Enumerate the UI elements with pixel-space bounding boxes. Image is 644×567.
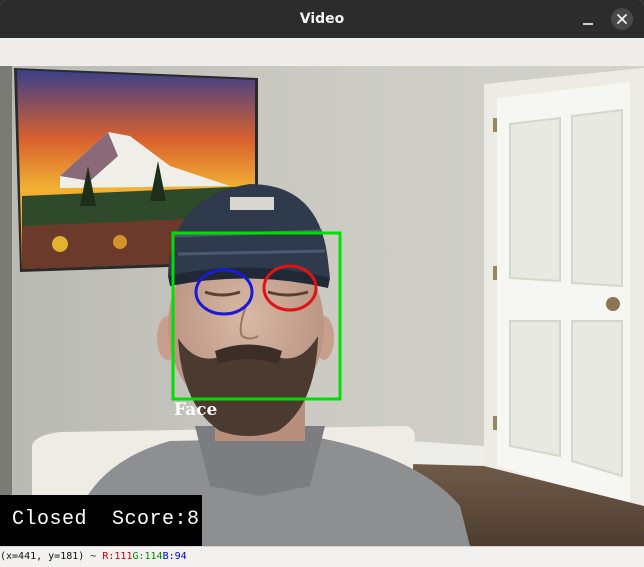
close-icon [617, 14, 627, 24]
eye-status-text: Closed Score:8 [12, 508, 200, 531]
minimize-button[interactable] [578, 9, 598, 29]
toolbar [0, 38, 644, 67]
webcam-scene [0, 66, 644, 546]
score-value: Score:8 [112, 508, 200, 531]
cursor-coords: (x=441, y=181) ~ [0, 551, 97, 562]
door-knob [606, 297, 620, 311]
face-label: Face [174, 400, 218, 420]
pixel-blue: B:94 [162, 551, 187, 562]
title-bar[interactable]: Video [0, 0, 644, 38]
video-frame[interactable]: Face Closed Score:8 [0, 66, 644, 546]
close-button[interactable] [611, 8, 633, 30]
status-bar: (x=441, y=181) ~ R:111G:114B:94 [0, 546, 644, 567]
eye-state: Closed [12, 508, 88, 531]
pixel-green: G:114 [132, 551, 163, 562]
minimize-icon [583, 23, 593, 25]
pixel-red: R:111 [102, 551, 133, 562]
window-title: Video [299, 11, 345, 27]
eye-status-box: Closed Score:8 [0, 495, 202, 546]
video-window: Video Face Closed Score:8 (x=441, y=181)… [0, 0, 644, 567]
